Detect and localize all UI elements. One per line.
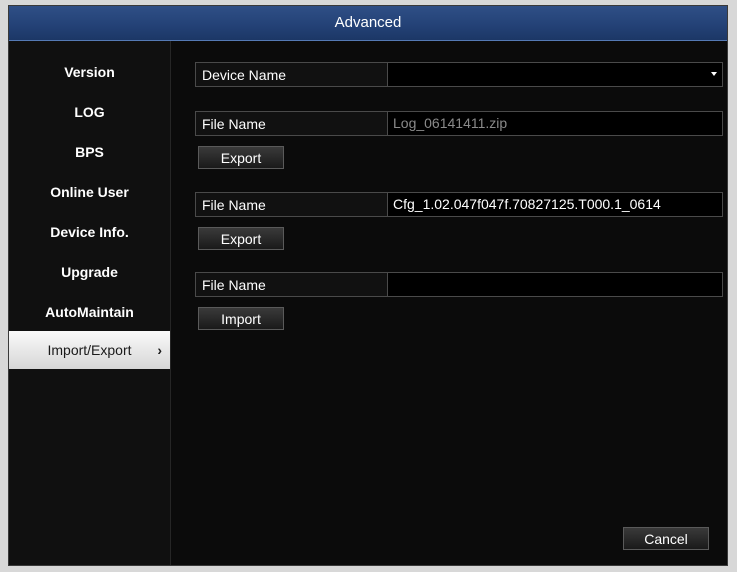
import-file-name-field[interactable] (387, 272, 723, 297)
device-name-label: Device Name (195, 62, 388, 87)
sidebar: Version LOG BPS Online User Device Info.… (9, 41, 171, 565)
sidebar-item-import-export[interactable]: Import/Export › (9, 331, 170, 369)
device-name-dropdown[interactable] (387, 62, 723, 87)
log-file-name-label: File Name (195, 111, 388, 136)
config-file-name-field[interactable]: Cfg_1.02.047f047f.70827125.T000.1_0614 (387, 192, 723, 217)
chevron-right-icon: › (157, 342, 162, 358)
log-file-name-field[interactable]: Log_06141411.zip (387, 111, 723, 136)
sidebar-item-online-user[interactable]: Online User (9, 173, 170, 211)
sidebar-item-upgrade[interactable]: Upgrade (9, 253, 170, 291)
sidebar-item-device-info[interactable]: Device Info. (9, 213, 170, 251)
import-file-name-label: File Name (195, 272, 388, 297)
sidebar-item-version[interactable]: Version (9, 53, 170, 91)
window-title: Advanced (9, 6, 727, 41)
chevron-down-icon (711, 72, 717, 76)
config-file-name-label: File Name (195, 192, 388, 217)
log-export-button[interactable]: Export (198, 146, 284, 169)
sidebar-item-bps[interactable]: BPS (9, 133, 170, 171)
sidebar-item-automaintain[interactable]: AutoMaintain (9, 293, 170, 331)
sidebar-item-log[interactable]: LOG (9, 93, 170, 131)
import-button[interactable]: Import (198, 307, 284, 330)
cancel-button[interactable]: Cancel (623, 527, 709, 550)
config-export-button[interactable]: Export (198, 227, 284, 250)
sidebar-item-import-export-label: Import/Export (47, 342, 132, 358)
advanced-window: Advanced Version LOG BPS Online User Dev… (8, 5, 728, 566)
